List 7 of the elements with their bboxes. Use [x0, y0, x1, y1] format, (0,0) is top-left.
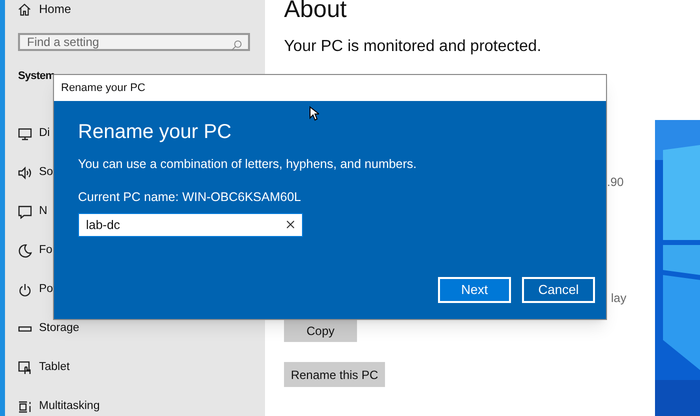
spec-value: .90	[607, 174, 624, 191]
spec-value: lay	[611, 290, 626, 307]
status-text: Your PC is monitored and protected.	[284, 37, 542, 57]
window-title: Rename your PC	[61, 80, 146, 96]
dialog-description: You can use a combination of letters, hyphens, and numbers.	[78, 156, 418, 173]
dialog-heading: Rename your PC	[78, 120, 232, 145]
current-name-text: Current PC name: WIN-OBC6KSAM60L	[78, 188, 302, 206]
